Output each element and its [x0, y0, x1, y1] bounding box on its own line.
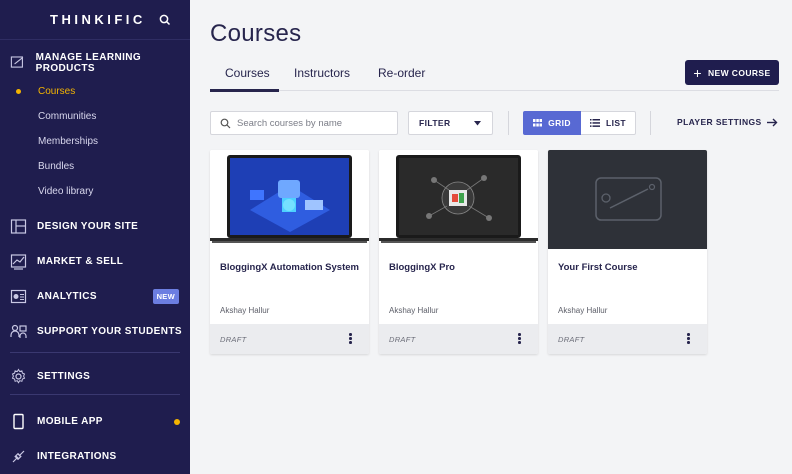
notification-dot-icon: [174, 419, 180, 425]
students-icon: [10, 324, 27, 338]
list-label: LIST: [605, 118, 626, 128]
layout-icon: [10, 219, 27, 234]
course-thumbnail-image: [210, 150, 369, 249]
course-thumbnail-image: [548, 150, 707, 249]
new-badge: NEW: [152, 289, 179, 304]
search-box: [210, 111, 398, 135]
sidebar-item-label: SETTINGS: [37, 371, 91, 382]
player-settings-label: PLAYER SETTINGS: [677, 117, 762, 127]
edit-icon: [10, 56, 24, 68]
sidebar-item-analytics[interactable]: ANALYTICS NEW: [0, 279, 190, 314]
player-settings-link[interactable]: PLAYER SETTINGS: [677, 117, 778, 127]
course-card[interactable]: BloggingX Automation System Akshay Hallu…: [210, 150, 369, 354]
chart-line-icon: [10, 254, 27, 270]
sidebar-item-settings[interactable]: SETTINGS: [0, 359, 190, 394]
sidebar-item-label: DESIGN YOUR SITE: [37, 221, 139, 232]
phone-icon: [13, 413, 24, 430]
active-dot-icon: [16, 89, 21, 94]
more-options-icon[interactable]: [518, 333, 522, 345]
sidebar-item-integrations[interactable]: INTEGRATIONS: [0, 439, 190, 474]
tab-instructors[interactable]: Instructors: [294, 66, 350, 80]
toolbar-divider: [508, 111, 509, 135]
sidebar-item-support-your-students[interactable]: SUPPORT YOUR STUDENTS: [0, 314, 190, 349]
sidebar-item-label: INTEGRATIONS: [37, 451, 117, 462]
sidebar-sub-label: Video library: [38, 186, 94, 197]
sidebar-item-label: ANALYTICS: [37, 291, 97, 302]
sidebar-sub-bundles[interactable]: Bundles: [0, 154, 190, 179]
status-badge: DRAFT: [558, 335, 585, 344]
course-title: Your First Course: [558, 262, 638, 273]
sidebar-header: THINKIFIC: [0, 0, 190, 40]
sidebar-item-label: SUPPORT YOUR STUDENTS: [37, 326, 182, 337]
new-course-button[interactable]: + NEW COURSE: [685, 60, 779, 85]
plug-icon: [12, 450, 25, 463]
list-view-button[interactable]: LIST: [581, 111, 636, 135]
sidebar-sub-label: Memberships: [38, 136, 99, 147]
sidebar-sub-courses[interactable]: Courses: [0, 79, 190, 104]
tab-courses[interactable]: Courses: [225, 66, 270, 80]
tab-re-order[interactable]: Re-order: [378, 66, 425, 80]
sidebar-item-market-sell[interactable]: MARKET & SELL: [0, 244, 190, 279]
course-title: BloggingX Automation System: [220, 262, 359, 273]
sidebar-sub-video-library[interactable]: Video library: [0, 179, 190, 204]
course-card[interactable]: BloggingX Pro Akshay Hallur DRAFT: [379, 150, 538, 354]
main-content: Courses Courses Instructors Re-order + N…: [190, 0, 792, 474]
list-icon: [589, 119, 600, 127]
course-title: BloggingX Pro: [389, 262, 455, 273]
card-footer: DRAFT: [548, 324, 707, 354]
grid-icon: [533, 119, 543, 127]
grid-label: GRID: [548, 118, 571, 128]
sidebar-item-mobile-app[interactable]: MOBILE APP: [0, 404, 190, 439]
search-icon: [220, 118, 231, 128]
sidebar-item-label: MARKET & SELL: [37, 256, 124, 267]
course-thumbnail-image: [379, 150, 538, 249]
more-options-icon[interactable]: [687, 333, 691, 345]
toolbar-divider: [650, 111, 651, 135]
filter-label: FILTER: [419, 118, 451, 128]
sidebar-divider: [10, 352, 180, 353]
search-icon[interactable]: [158, 13, 172, 27]
card-footer: DRAFT: [379, 324, 538, 354]
sidebar-item-label: MOBILE APP: [37, 416, 103, 427]
course-card[interactable]: Your First Course Akshay Hallur DRAFT: [548, 150, 707, 354]
arrow-right-icon: [766, 118, 778, 126]
course-author: Akshay Hallur: [389, 306, 439, 315]
page-title: Courses: [210, 20, 302, 47]
sidebar-sub-memberships[interactable]: Memberships: [0, 129, 190, 154]
new-course-label: NEW COURSE: [708, 67, 771, 78]
sidebar-sub-label: Communities: [38, 111, 97, 122]
plus-icon: +: [693, 64, 702, 81]
sidebar-item-label: MANAGE LEARNING PRODUCTS: [35, 51, 142, 74]
gear-icon: [11, 368, 26, 384]
sidebar-divider: [10, 394, 180, 395]
sidebar-sub-label: Courses: [38, 86, 76, 97]
course-author: Akshay Hallur: [220, 306, 270, 315]
sidebar-sub-communities[interactable]: Communities: [0, 104, 190, 129]
active-tab-indicator: [210, 89, 279, 92]
logo[interactable]: THINKIFIC: [50, 12, 146, 27]
status-badge: DRAFT: [220, 335, 247, 344]
more-options-icon[interactable]: [349, 333, 353, 345]
card-footer: DRAFT: [210, 324, 369, 354]
filter-dropdown[interactable]: FILTER: [408, 111, 493, 135]
sidebar-item-design-your-site[interactable]: DESIGN YOUR SITE: [0, 209, 190, 244]
caret-down-icon: [474, 120, 481, 125]
status-badge: DRAFT: [389, 335, 416, 344]
search-input[interactable]: [237, 117, 387, 129]
grid-view-button[interactable]: GRID: [523, 111, 581, 135]
sidebar: THINKIFIC MANAGE LEARNING PRODUCTS Cours…: [0, 0, 190, 474]
analytics-icon: [10, 289, 27, 304]
course-author: Akshay Hallur: [558, 306, 608, 315]
sidebar-item-manage-learning-products[interactable]: MANAGE LEARNING PRODUCTS: [0, 45, 190, 80]
sidebar-sub-label: Bundles: [38, 161, 75, 172]
